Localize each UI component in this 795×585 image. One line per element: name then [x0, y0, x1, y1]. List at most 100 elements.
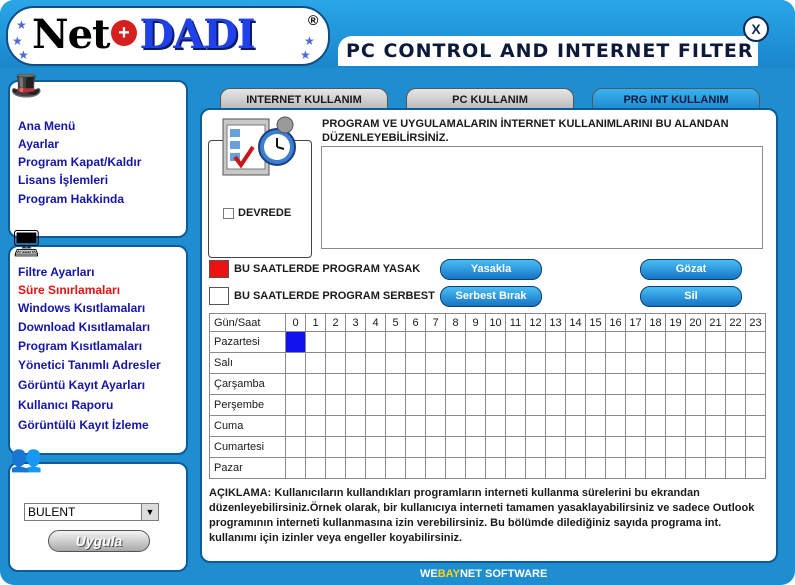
grid-cell[interactable]: [305, 331, 326, 353]
grid-cell[interactable]: [405, 436, 426, 458]
grid-cell[interactable]: [545, 415, 566, 437]
grid-cell[interactable]: [605, 331, 626, 353]
grid-cell[interactable]: [705, 331, 726, 353]
grid-cell[interactable]: [565, 415, 586, 437]
grid-cell[interactable]: [705, 436, 726, 458]
grid-cell[interactable]: [685, 415, 706, 437]
grid-cell[interactable]: [485, 352, 506, 374]
sidebar-item-program-hakkinda[interactable]: Program Hakkinda: [18, 192, 124, 206]
grid-cell[interactable]: [345, 394, 366, 416]
grid-cell[interactable]: [445, 394, 466, 416]
grid-cell[interactable]: [545, 373, 566, 395]
grid-cell[interactable]: [385, 373, 406, 395]
grid-cell[interactable]: [285, 352, 306, 374]
grid-cell[interactable]: [365, 457, 386, 479]
grid-cell[interactable]: [725, 331, 746, 353]
grid-cell[interactable]: [325, 331, 346, 353]
sidebar-item-filtre[interactable]: Filtre Ayarları: [18, 265, 94, 279]
grid-cell[interactable]: [625, 457, 646, 479]
grid-cell[interactable]: [405, 373, 426, 395]
grid-cell[interactable]: [485, 331, 506, 353]
sidebar-item-ana-menu[interactable]: Ana Menü: [18, 119, 75, 133]
sidebar-item-program-kisit[interactable]: Program Kısıtlamaları: [18, 339, 142, 353]
grid-cell[interactable]: [645, 373, 666, 395]
grid-cell[interactable]: [345, 331, 366, 353]
grid-cell[interactable]: [645, 436, 666, 458]
grid-cell[interactable]: [625, 352, 646, 374]
grid-cell[interactable]: [685, 436, 706, 458]
grid-cell[interactable]: [705, 415, 726, 437]
grid-cell[interactable]: [325, 436, 346, 458]
grid-cell[interactable]: [345, 352, 366, 374]
grid-cell[interactable]: [685, 457, 706, 479]
grid-cell[interactable]: [585, 394, 606, 416]
grid-cell[interactable]: [445, 436, 466, 458]
grid-cell[interactable]: [325, 352, 346, 374]
grid-cell[interactable]: [505, 373, 526, 395]
grid-cell[interactable]: [485, 457, 506, 479]
grid-cell[interactable]: [365, 331, 386, 353]
grid-cell[interactable]: [305, 394, 326, 416]
grid-cell[interactable]: [545, 352, 566, 374]
tab-pc-kullanim[interactable]: PC KULLANIM: [406, 88, 574, 110]
grid-cell[interactable]: [645, 457, 666, 479]
grid-cell[interactable]: [465, 352, 486, 374]
grid-cell[interactable]: [445, 352, 466, 374]
grid-cell[interactable]: [525, 373, 546, 395]
grid-cell[interactable]: [665, 373, 686, 395]
grid-cell[interactable]: [385, 415, 406, 437]
grid-cell[interactable]: [565, 436, 586, 458]
grid-cell[interactable]: [745, 373, 766, 395]
grid-cell[interactable]: [365, 415, 386, 437]
grid-cell[interactable]: [465, 394, 486, 416]
grid-cell[interactable]: [565, 352, 586, 374]
sidebar-item-sure[interactable]: Süre Sınırlamaları: [18, 283, 120, 297]
sidebar-item-goruntu-ayar[interactable]: Görüntü Kayıt Ayarları: [18, 378, 145, 392]
grid-cell[interactable]: [725, 352, 746, 374]
grid-cell[interactable]: [325, 415, 346, 437]
grid-cell[interactable]: [285, 394, 306, 416]
grid-cell[interactable]: [425, 352, 446, 374]
sidebar-item-windows[interactable]: Windows Kısıtlamaları: [18, 301, 145, 315]
grid-cell[interactable]: [585, 373, 606, 395]
sidebar-item-program-kapat[interactable]: Program Kapat/Kaldır: [18, 155, 141, 169]
tab-internet-kullanim[interactable]: INTERNET KULLANIM: [220, 88, 388, 110]
grid-cell[interactable]: [465, 436, 486, 458]
grid-cell[interactable]: [345, 415, 366, 437]
devrede-checkbox[interactable]: [223, 208, 234, 219]
grid-cell[interactable]: [745, 352, 766, 374]
grid-cell[interactable]: [285, 331, 306, 353]
grid-cell[interactable]: [425, 415, 446, 437]
grid-cell[interactable]: [425, 331, 446, 353]
grid-cell[interactable]: [485, 373, 506, 395]
grid-cell[interactable]: [465, 457, 486, 479]
grid-cell[interactable]: [365, 394, 386, 416]
grid-cell[interactable]: [585, 457, 606, 479]
grid-cell[interactable]: [385, 394, 406, 416]
grid-cell[interactable]: [725, 457, 746, 479]
grid-cell[interactable]: [385, 457, 406, 479]
grid-cell[interactable]: [745, 415, 766, 437]
grid-cell[interactable]: [725, 373, 746, 395]
sidebar-item-ayarlar[interactable]: Ayarlar: [18, 137, 59, 151]
sidebar-item-download[interactable]: Download Kısıtlamaları: [18, 320, 150, 334]
grid-cell[interactable]: [605, 457, 626, 479]
grid-cell[interactable]: [685, 331, 706, 353]
grid-cell[interactable]: [525, 436, 546, 458]
grid-cell[interactable]: [525, 352, 546, 374]
grid-cell[interactable]: [525, 331, 546, 353]
program-list-textarea[interactable]: [321, 146, 763, 249]
sidebar-item-lisans[interactable]: Lisans İşlemleri: [18, 173, 108, 187]
grid-cell[interactable]: [745, 331, 766, 353]
grid-cell[interactable]: [665, 415, 686, 437]
sil-button[interactable]: Sil: [640, 286, 742, 307]
grid-cell[interactable]: [285, 436, 306, 458]
serbest-birak-button[interactable]: Serbest Bırak: [440, 286, 542, 307]
apply-button[interactable]: Uygula: [48, 530, 150, 552]
grid-cell[interactable]: [405, 394, 426, 416]
grid-cell[interactable]: [305, 415, 326, 437]
grid-cell[interactable]: [745, 394, 766, 416]
grid-cell[interactable]: [505, 457, 526, 479]
grid-cell[interactable]: [685, 352, 706, 374]
grid-cell[interactable]: [305, 352, 326, 374]
